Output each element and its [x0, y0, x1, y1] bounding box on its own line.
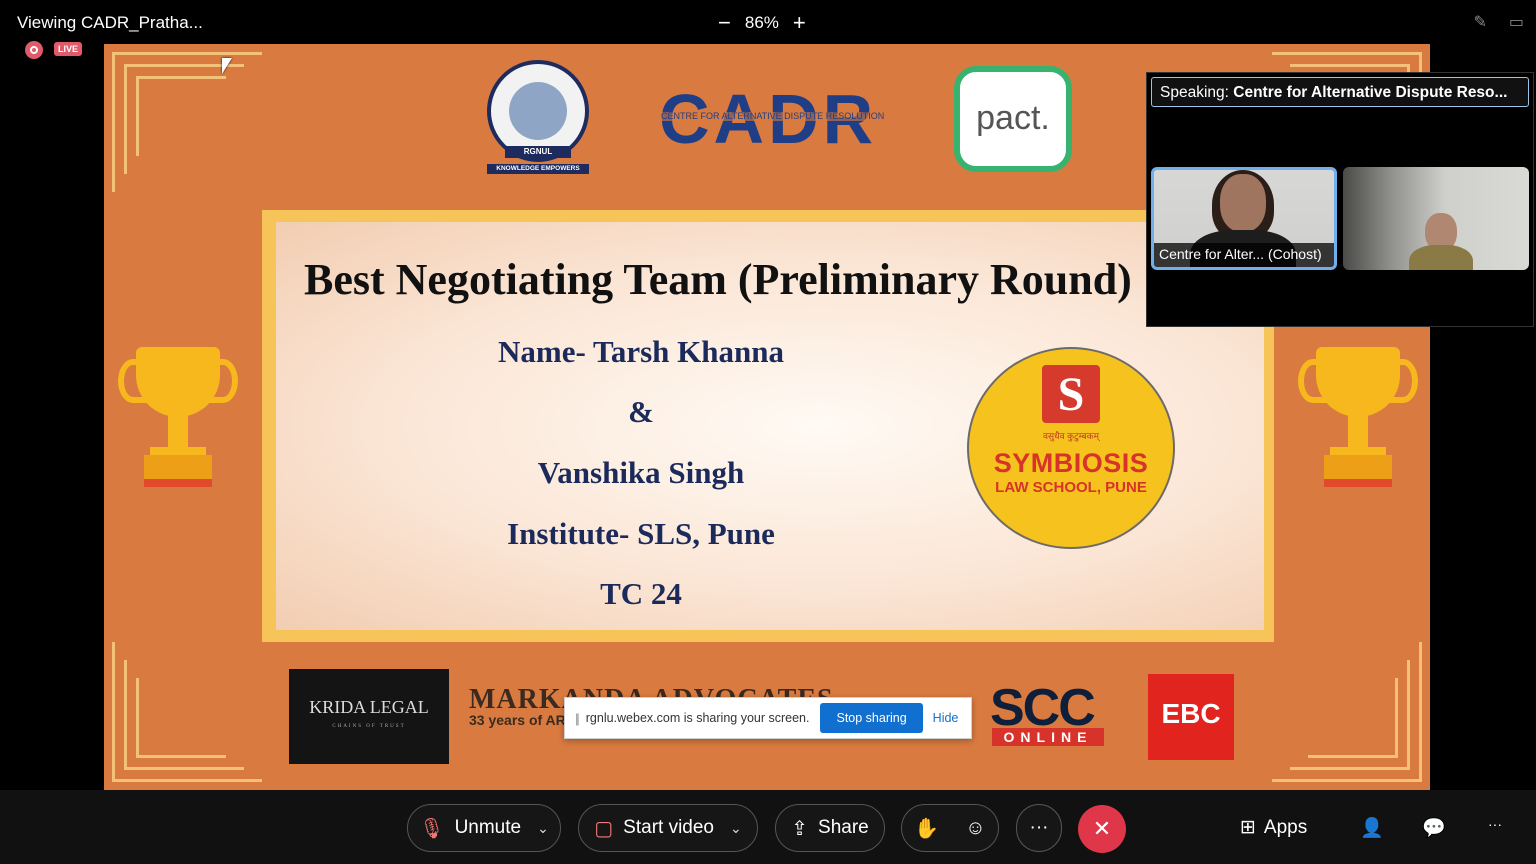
hide-button[interactable]: Hide [933, 711, 959, 725]
close-icon: ✕ [1092, 816, 1112, 841]
chevron-down-icon[interactable]: ⌄ [537, 820, 549, 837]
krida-legal-logo: KRIDA LEGAL CHAINS OF TRUST [289, 669, 449, 764]
screen-share-banner: || rgnlu.webex.com is sharing your scree… [564, 697, 972, 739]
screen-icon[interactable]: ▭ [1509, 12, 1524, 32]
zoom-level: 86% [744, 13, 779, 32]
video-tile[interactable] [1343, 167, 1529, 270]
stop-sharing-button[interactable]: Stop sharing [820, 703, 923, 733]
muted-mic-icon: 🎙 [419, 817, 445, 840]
scc-online-logo: SCC ONLINE [990, 682, 1104, 746]
share-button[interactable]: ⇪ Share [775, 804, 885, 852]
award-institute: Institute- SLS, Pune [507, 516, 775, 551]
top-right-icons: ✎ ▭ [1473, 12, 1524, 32]
more-options-button[interactable]: ··· [1016, 804, 1062, 852]
raise-hand-icon[interactable]: ✋ [914, 816, 939, 841]
top-bar: Viewing CADR_Pratha... − 86% + ✎ ▭ [0, 0, 1536, 44]
video-off-icon: ▢ [594, 817, 614, 840]
annotate-icon[interactable]: ✎ [1473, 12, 1486, 32]
start-video-button[interactable]: ▢ Start video ⌄ [578, 804, 758, 852]
pact-logo: pact. [954, 66, 1072, 172]
zoom-control: − 86% + [718, 10, 806, 36]
participants-button[interactable]: 👤 [1360, 816, 1384, 840]
zoom-out-button[interactable]: − [718, 10, 731, 36]
overflow-menu-button[interactable]: ··· [1488, 816, 1502, 832]
window-title: Viewing CADR_Pratha... [17, 13, 203, 32]
active-speaker-bar: Speaking: Centre for Alternative Dispute… [1151, 77, 1529, 107]
slide-title: Best Negotiating Team (Preliminary Round… [304, 255, 1132, 304]
reactions-group: ✋ ☺ [901, 804, 999, 852]
meeting-controls: 🎙 Unmute ⌄ ▢ Start video ⌄ ⇪ Share ✋ ☺ ·… [0, 790, 1536, 864]
apps-button[interactable]: ⊞ Apps [1240, 816, 1307, 839]
award-ampersand: & [628, 394, 654, 429]
trophy-right-icon [1298, 347, 1418, 492]
reaction-icon[interactable]: ☺ [965, 817, 985, 840]
mouse-cursor-icon [222, 58, 232, 74]
apps-icon: ⊞ [1240, 817, 1256, 838]
live-badge: LIVE [54, 42, 83, 56]
award-name-line: Name- Tarsh Khanna [498, 334, 784, 369]
cadr-logo: CADR CENTRE FOR ALTERNATIVE DISPUTE RESO… [659, 80, 885, 158]
participants-icon: 👤 [1360, 818, 1384, 839]
share-screen-icon: ⇪ [791, 817, 809, 840]
leave-meeting-button[interactable]: ✕ [1078, 805, 1126, 853]
corner-frame-bottom-left [112, 632, 272, 782]
share-message: rgnlu.webex.com is sharing your screen. [585, 711, 810, 725]
corner-frame-bottom-right [1262, 632, 1422, 782]
unmute-button[interactable]: 🎙 Unmute ⌄ [407, 804, 561, 852]
chat-icon: 💬 [1422, 818, 1446, 839]
corner-frame-top-left [112, 52, 272, 202]
chat-button[interactable]: 💬 [1422, 816, 1446, 840]
active-speaker-name: Centre for Alternative Dispute Reso... [1233, 84, 1508, 101]
participant-panel: Speaking: Centre for Alternative Dispute… [1146, 72, 1534, 327]
award-second-name: Vanshika Singh [537, 455, 745, 490]
zoom-in-button[interactable]: + [793, 10, 806, 36]
symbiosis-logo: वसुधैव कुटुम्बकम् SYMBIOSIS LAW SCHOOL, … [967, 347, 1175, 549]
ebc-logo: EBC [1148, 674, 1234, 760]
chevron-down-icon[interactable]: ⌄ [730, 820, 742, 837]
video-tile[interactable]: Centre for Alter... (Cohost) [1151, 167, 1337, 270]
tile-label: Centre for Alter... (Cohost) [1154, 243, 1334, 267]
trophy-left-icon [118, 347, 238, 492]
recording-icon [25, 41, 43, 59]
drag-handle-icon[interactable]: || [575, 711, 580, 726]
award-team-code: TC 24 [600, 576, 682, 611]
rgnul-logo: RGNUL KNOWLEDGE EMPOWERS [487, 60, 589, 176]
